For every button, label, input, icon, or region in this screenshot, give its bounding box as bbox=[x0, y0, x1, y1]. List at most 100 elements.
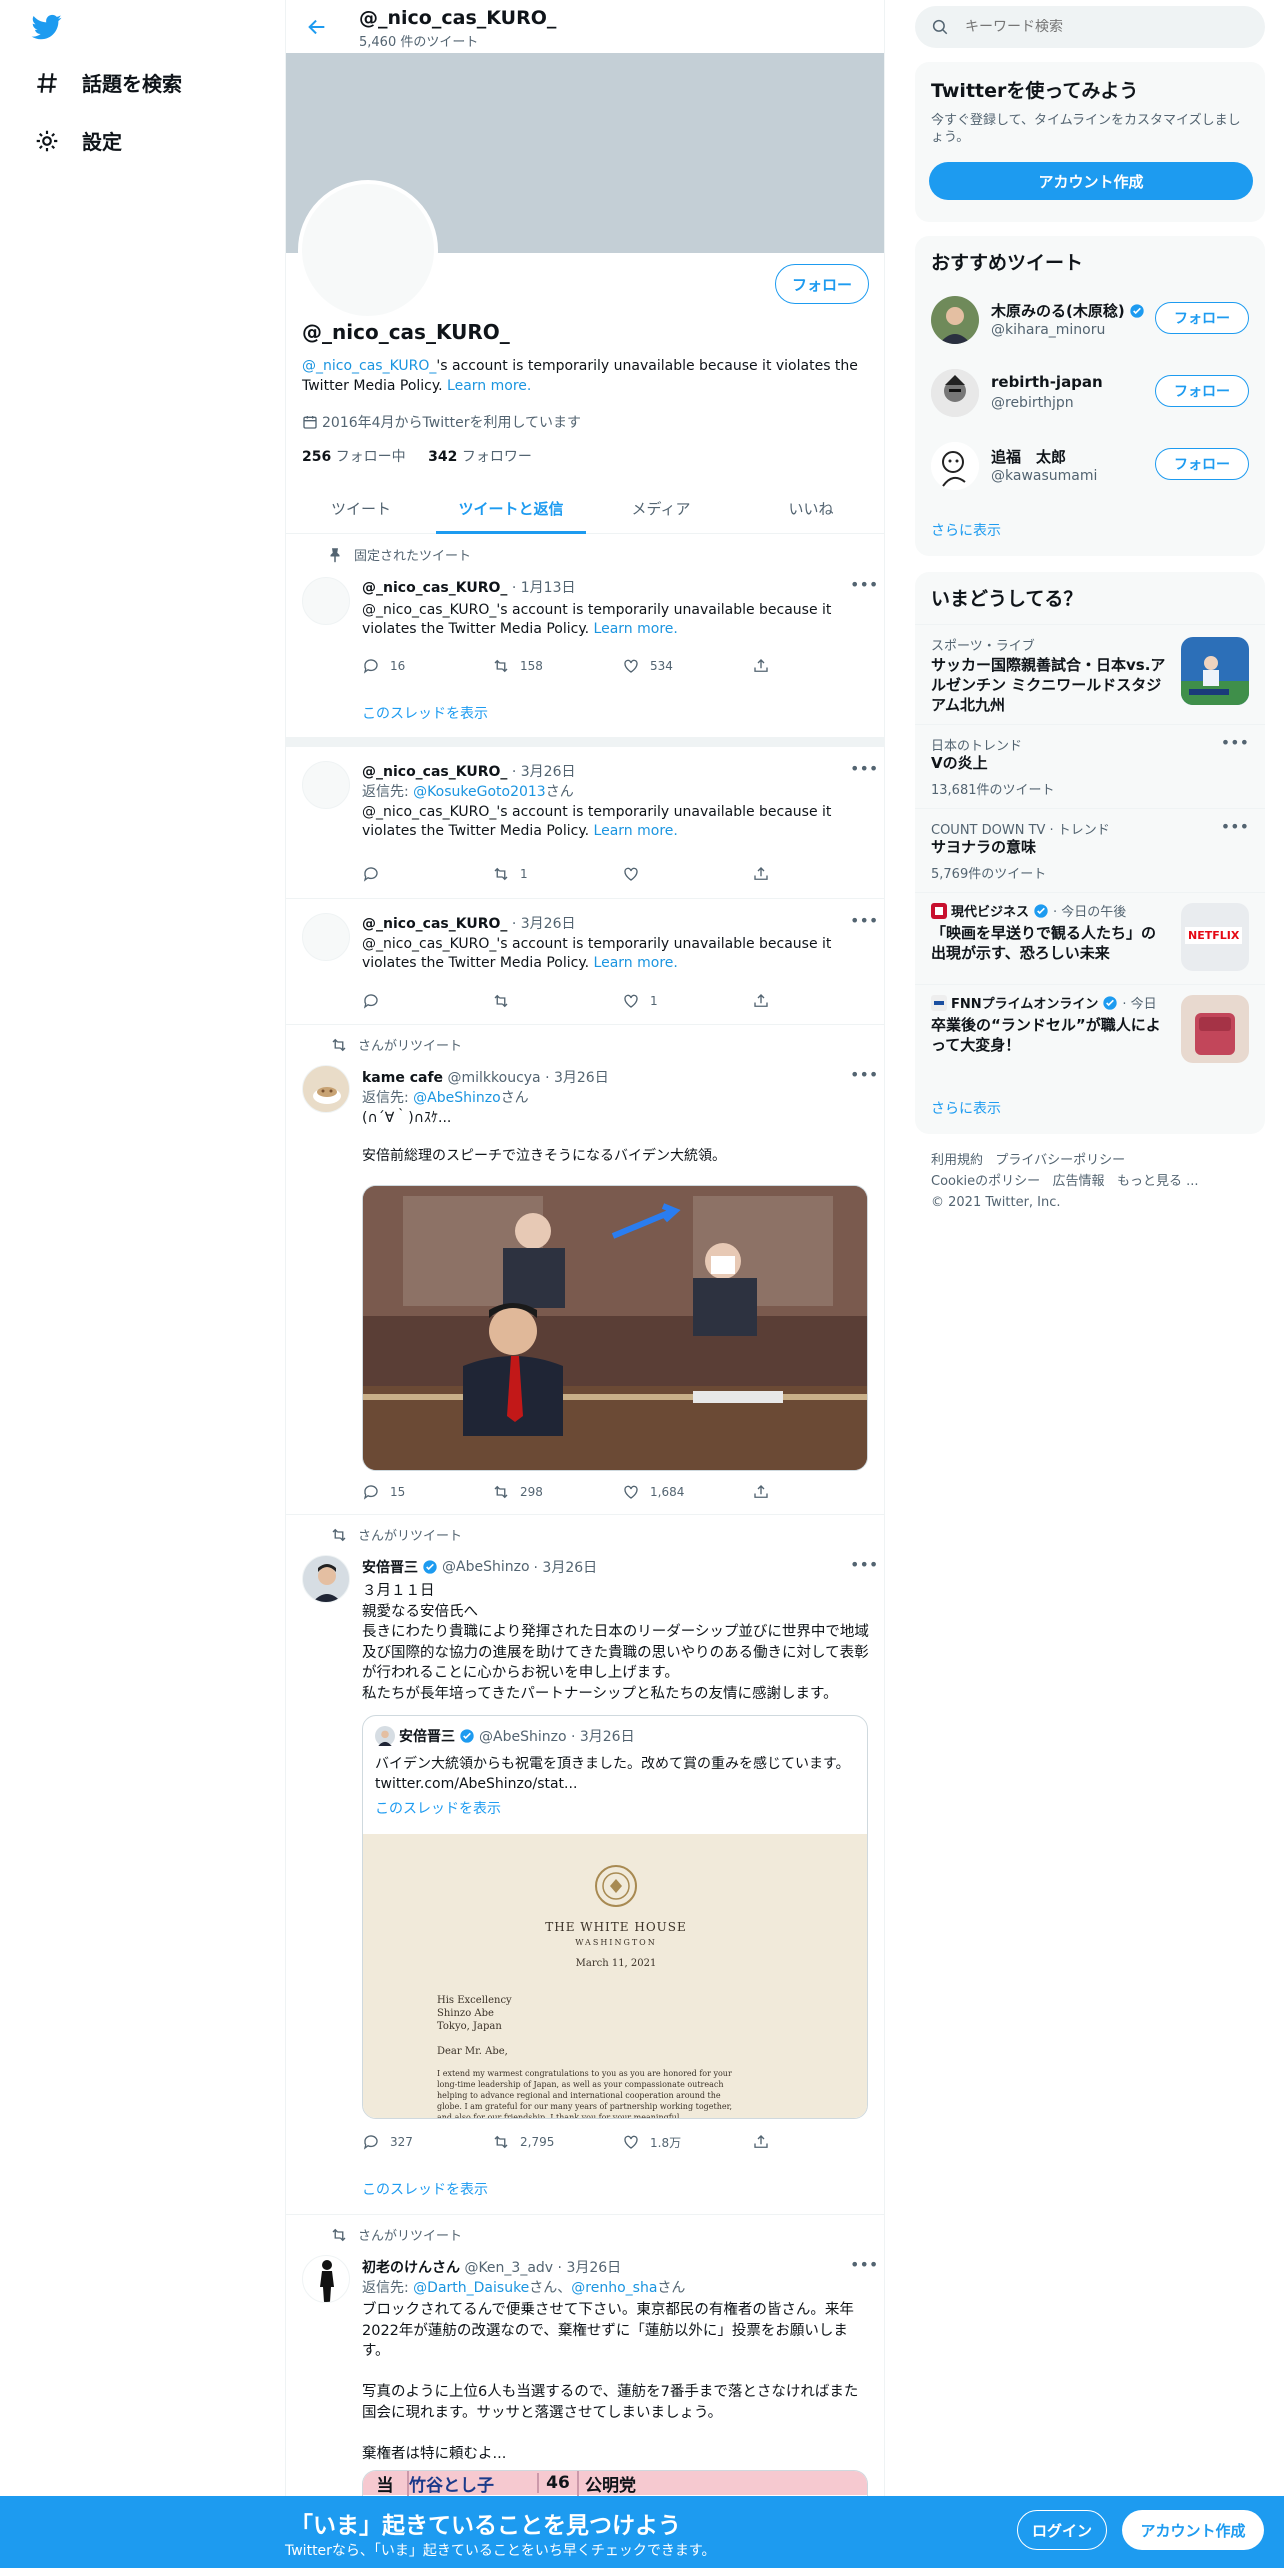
like-button[interactable]: 1,684 bbox=[622, 1483, 752, 1501]
tweet-avatar[interactable] bbox=[302, 761, 350, 809]
tweet-handle[interactable]: @_nico_cas_KURO_ bbox=[362, 916, 507, 932]
tweet-handle[interactable]: @milkkoucya bbox=[448, 1070, 541, 1086]
tweet-retweet-abe[interactable]: さんがリツイート 安倍晋三 @AbeShinzo · 3月26日 ••• ３月１１… bbox=[286, 1515, 884, 2215]
tweet-avatar[interactable] bbox=[302, 1065, 350, 1113]
tweet-photo[interactable] bbox=[362, 1185, 868, 1471]
tweet-avatar[interactable] bbox=[302, 913, 350, 961]
share-button[interactable] bbox=[752, 865, 782, 883]
tweet-date[interactable]: · 1月13日 bbox=[512, 580, 576, 596]
retweet-button[interactable] bbox=[492, 992, 622, 1010]
retweet-button[interactable]: 2,795 bbox=[492, 2133, 622, 2151]
more-icon[interactable]: ••• bbox=[850, 911, 878, 931]
tweet-handle[interactable]: @AbeShinzo bbox=[442, 1559, 530, 1575]
news-item[interactable]: 現代ビジネス · 今日の午後 「映画を早送りで観る人たち」の出現が示す、恐ろしい… bbox=[915, 892, 1265, 984]
search-box[interactable] bbox=[915, 6, 1265, 48]
footer-terms-link[interactable]: 利用規約 bbox=[931, 1153, 983, 1168]
share-button[interactable] bbox=[752, 2133, 782, 2151]
profile-follow-button[interactable]: フォロー bbox=[775, 264, 869, 304]
reply-button[interactable]: 16 bbox=[362, 657, 492, 675]
retweet-button[interactable]: 298 bbox=[492, 1483, 622, 1501]
learn-more-link[interactable]: Learn more. bbox=[594, 955, 678, 971]
quote-show-thread-link[interactable]: このスレッドを表示 bbox=[375, 1798, 501, 1818]
trend-item[interactable]: スポーツ・ライブ サッカー国際親善試合・日本vs.アルゼンチン ミクニワールドス… bbox=[915, 624, 1265, 724]
share-button[interactable] bbox=[752, 657, 782, 675]
tweet-date[interactable]: · 3月26日 bbox=[512, 916, 576, 932]
reply-to-link[interactable]: @AbeShinzo bbox=[413, 1090, 501, 1106]
trend-item[interactable]: COUNT DOWN TV · トレンド サヨナラの意味 5,769件のツイート… bbox=[915, 808, 1265, 892]
show-thread-link[interactable]: このスレッドを表示 bbox=[362, 703, 488, 723]
like-button[interactable]: 1 bbox=[622, 992, 752, 1010]
tweet-author-name[interactable]: 初老のけんさん bbox=[362, 2260, 460, 2276]
more-icon[interactable]: ••• bbox=[1221, 733, 1249, 752]
reply-to-link[interactable]: @KosukeGoto2013 bbox=[413, 784, 546, 800]
tweet-retweet-kame-cafe[interactable]: さんがリツイート kame cafe @milkkoucya · 3月26日 •… bbox=[286, 1025, 884, 1515]
retweet-button[interactable]: 1 bbox=[492, 865, 622, 883]
reply-button[interactable]: 15 bbox=[362, 1483, 492, 1501]
tab-likes[interactable]: いいね bbox=[736, 482, 884, 533]
more-icon[interactable]: ••• bbox=[850, 2255, 878, 2275]
following-link[interactable]: 256 フォロー中 bbox=[302, 449, 406, 465]
followers-link[interactable]: 342 フォロワー bbox=[428, 449, 532, 465]
tweet-reply[interactable]: @_nico_cas_KURO_ · 3月26日 ••• @_nico_cas_… bbox=[286, 899, 884, 1025]
like-button[interactable]: 1.8万 bbox=[622, 2133, 752, 2151]
footer-cookie-link[interactable]: Cookieのポリシー bbox=[931, 1174, 1040, 1189]
trend-item[interactable]: 日本のトレンド Vの炎上 13,681件のツイート ••• bbox=[915, 724, 1265, 808]
tweet-avatar[interactable] bbox=[302, 577, 350, 625]
reply-to-link[interactable]: @Darth_Daisuke bbox=[413, 2280, 529, 2296]
follow-button[interactable]: フォロー bbox=[1155, 448, 1249, 480]
reply-button[interactable]: 327 bbox=[362, 2133, 492, 2151]
tweet-handle[interactable]: @_nico_cas_KURO_ bbox=[362, 764, 507, 780]
learn-more-link[interactable]: Learn more. bbox=[594, 823, 678, 839]
quote-tweet[interactable]: 安倍晋三 @AbeShinzo · 3月26日 バイデン大統領からも祝電を頂きま… bbox=[362, 1715, 868, 2119]
share-button[interactable] bbox=[752, 1483, 782, 1501]
follow-button[interactable]: フォロー bbox=[1155, 375, 1249, 407]
search-input[interactable] bbox=[965, 19, 1245, 35]
nav-explore[interactable]: 話題を検索 bbox=[34, 68, 182, 97]
bio-learn-more-link[interactable]: Learn more. bbox=[447, 378, 531, 394]
more-icon[interactable]: ••• bbox=[850, 1555, 878, 1575]
signup-button[interactable]: アカウント作成 bbox=[1122, 2510, 1264, 2550]
tweet-avatar[interactable] bbox=[302, 1555, 350, 1603]
nav-settings[interactable]: 設定 bbox=[34, 126, 122, 155]
recommended-user[interactable]: rebirth-japan @rebirthjpn フォロー bbox=[915, 357, 1265, 430]
recommended-user[interactable]: 木原みのる(木原稔) @kihara_minoru フォロー bbox=[915, 284, 1265, 357]
like-button[interactable] bbox=[622, 865, 752, 883]
tweet-retweet-ken[interactable]: さんがリツイート 初老のけんさん @Ken_3_adv · 3月26日 ••• … bbox=[286, 2215, 884, 2530]
tweet-reply[interactable]: @_nico_cas_KURO_ · 3月26日 ••• 返信先: @Kosuk… bbox=[286, 747, 884, 899]
trends-show-more-link[interactable]: さらに表示 bbox=[931, 1098, 1001, 1118]
twitter-logo-icon[interactable] bbox=[30, 12, 64, 42]
more-icon[interactable]: ••• bbox=[850, 575, 878, 595]
tweet-date[interactable]: · 3月26日 bbox=[534, 1557, 598, 1577]
bio-handle-link[interactable]: @_nico_cas_KURO_ bbox=[302, 358, 436, 374]
tab-tweets[interactable]: ツイート bbox=[286, 482, 436, 533]
more-icon[interactable]: ••• bbox=[850, 759, 878, 779]
footer-ads-link[interactable]: 広告情報 bbox=[1053, 1174, 1105, 1189]
tweet-handle[interactable]: @Ken_3_adv bbox=[464, 2260, 553, 2276]
tweet-author-name[interactable]: kame cafe bbox=[362, 1070, 443, 1086]
reply-button[interactable] bbox=[362, 992, 492, 1010]
like-button[interactable]: 534 bbox=[622, 657, 752, 675]
tweet-handle[interactable]: @_nico_cas_KURO_ bbox=[362, 580, 507, 596]
tab-media[interactable]: メディア bbox=[586, 482, 736, 533]
show-thread-link[interactable]: このスレッドを表示 bbox=[362, 2179, 488, 2199]
back-arrow-icon[interactable] bbox=[306, 16, 328, 38]
footer-privacy-link[interactable]: プライバシーポリシー bbox=[995, 1153, 1125, 1168]
tweet-avatar[interactable] bbox=[302, 2255, 350, 2303]
tab-tweets-and-replies[interactable]: ツイートと返信 bbox=[436, 482, 586, 534]
follow-button[interactable]: フォロー bbox=[1155, 302, 1249, 334]
share-button[interactable] bbox=[752, 992, 782, 1010]
tweet-date[interactable]: · 3月26日 bbox=[512, 764, 576, 780]
footer-more-link[interactable]: もっと見る ... bbox=[1117, 1174, 1199, 1189]
tweet-date[interactable]: · 3月26日 bbox=[545, 1070, 609, 1086]
retweet-button[interactable]: 158 bbox=[492, 657, 622, 675]
reply-button[interactable] bbox=[362, 865, 492, 883]
recommended-show-more-link[interactable]: さらに表示 bbox=[931, 520, 1001, 540]
tweet-date[interactable]: · 3月26日 bbox=[558, 2260, 622, 2276]
tweet-author-name[interactable]: 安倍晋三 bbox=[362, 1557, 418, 1577]
tweet-pinned[interactable]: 固定されたツイート @_nico_cas_KURO_ · 1月13日 ••• @… bbox=[286, 535, 884, 747]
recommended-user[interactable]: 追福 太郎 @kawasumami フォロー bbox=[915, 430, 1265, 503]
more-icon[interactable]: ••• bbox=[850, 1065, 878, 1085]
learn-more-link[interactable]: Learn more. bbox=[594, 621, 678, 637]
create-account-button[interactable]: アカウント作成 bbox=[929, 162, 1253, 200]
reply-to-link-2[interactable]: @renho_sha bbox=[571, 2280, 657, 2296]
